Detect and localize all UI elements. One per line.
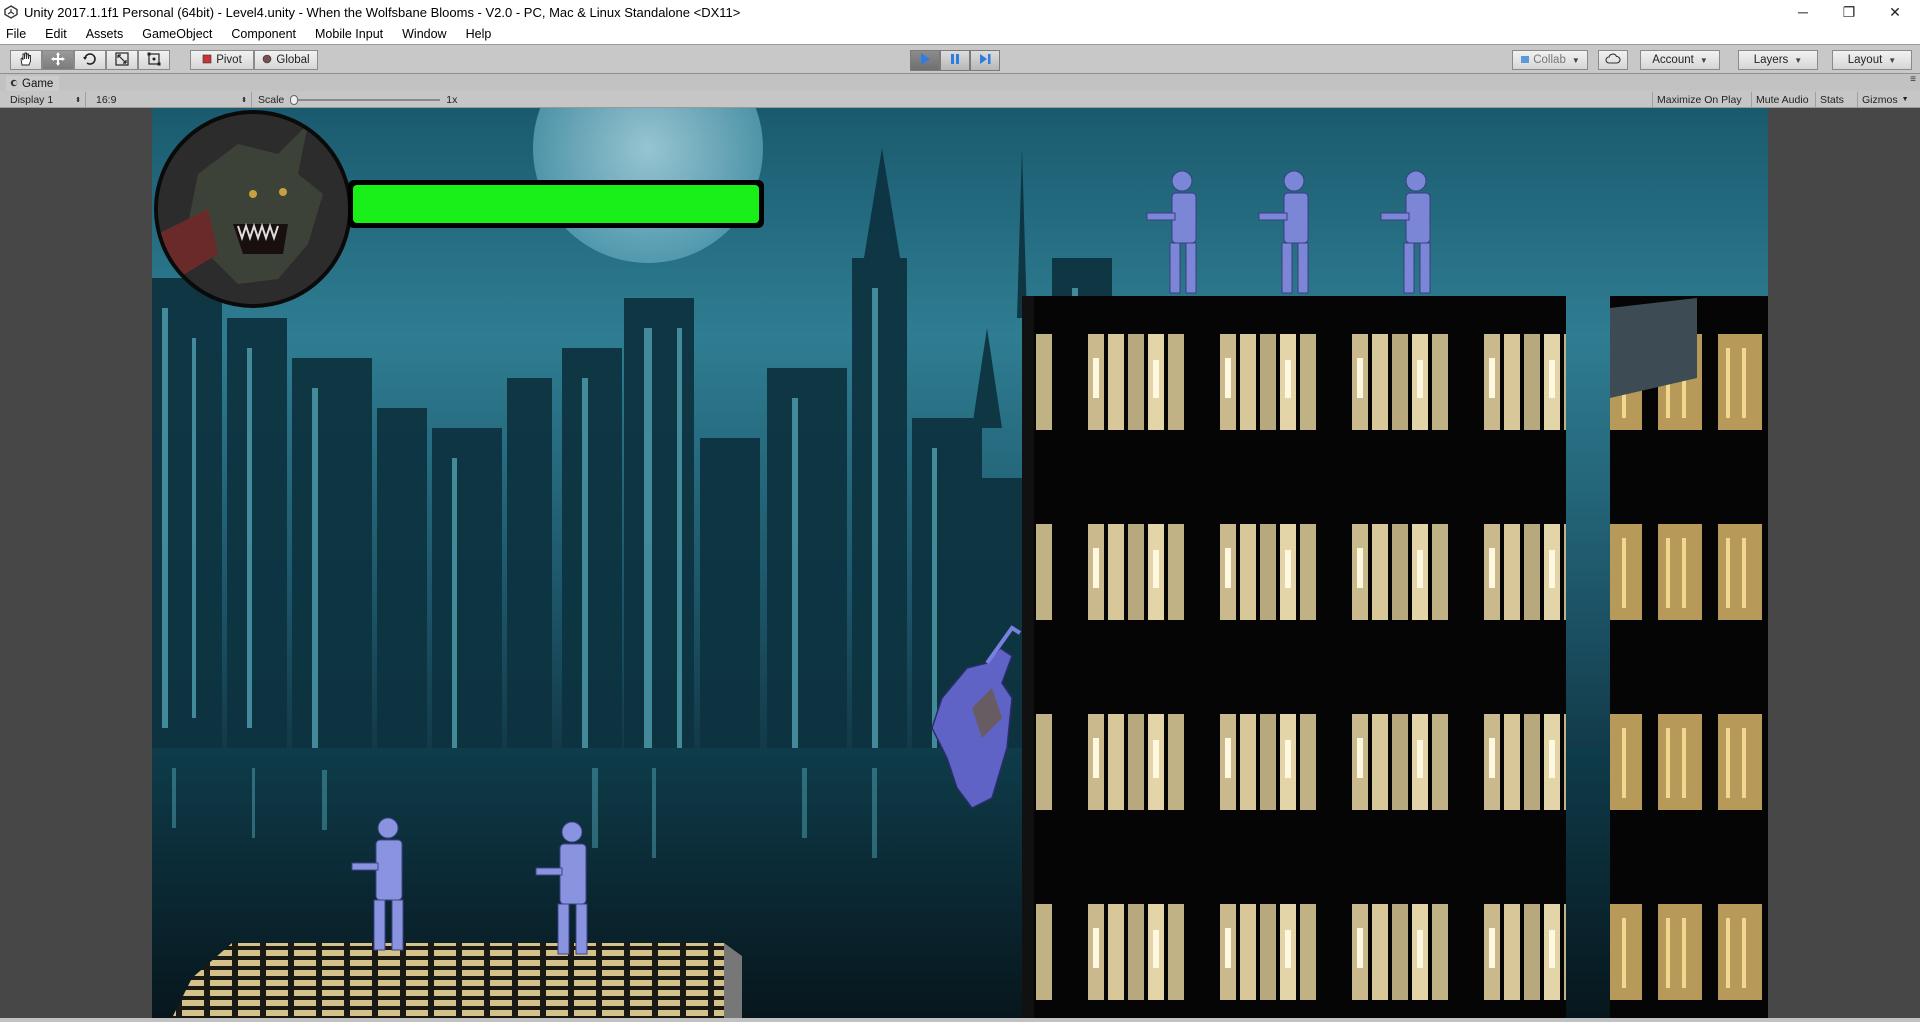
updown-icon: ⬍ <box>241 96 247 104</box>
gizmos-dropdown[interactable]: Gizmos ▼ <box>1858 92 1918 107</box>
collab-dropdown[interactable]: Collab ▼ <box>1512 50 1588 70</box>
main-toolbar: Pivot Global Collab ▼ Account ▼ Layers ▼… <box>0 44 1920 74</box>
step-button[interactable] <box>970 50 1000 71</box>
platform-side <box>724 943 742 1018</box>
menu-component[interactable]: Component <box>231 27 296 41</box>
status-strip <box>0 1018 1920 1022</box>
menu-bar: File Edit Assets GameObject Component Mo… <box>0 24 1920 44</box>
scale-tool-button[interactable] <box>106 50 138 70</box>
maximize-on-play-label: Maximize On Play <box>1657 93 1742 106</box>
step-icon <box>978 52 992 69</box>
hand-tool-button[interactable] <box>10 50 42 70</box>
maximize-on-play-toggle[interactable]: Maximize On Play <box>1652 92 1752 107</box>
menu-edit[interactable]: Edit <box>45 27 67 41</box>
account-dropdown[interactable]: Account ▼ <box>1640 50 1720 70</box>
unity-logo-icon <box>4 5 18 19</box>
window-titlebar: Unity 2017.1.1f1 Personal (64bit) - Leve… <box>0 0 1920 24</box>
menu-window[interactable]: Window <box>402 27 446 41</box>
move-icon <box>50 51 66 70</box>
aspect-dropdown[interactable]: 16:9 ⬍ <box>92 92 252 107</box>
rect-icon <box>146 51 162 70</box>
game-view-icon <box>10 78 18 90</box>
menu-file[interactable]: File <box>6 27 26 41</box>
display-dropdown[interactable]: Display 1 ⬍ <box>6 92 86 107</box>
game-view-toolbar: Display 1 ⬍ 16:9 ⬍ Scale 1x Maximize On … <box>0 91 1920 108</box>
scale-value: 1x <box>446 93 458 106</box>
rotate-tool-button[interactable] <box>74 50 106 70</box>
gizmos-label: Gizmos <box>1862 93 1898 106</box>
pivot-label: Pivot <box>216 54 242 66</box>
game-tab-label: Game <box>22 77 54 90</box>
tab-menu-icon[interactable]: ≡ <box>1910 74 1916 85</box>
global-toggle[interactable]: Global <box>254 50 318 70</box>
stats-label: Stats <box>1820 93 1844 106</box>
global-label: Global <box>276 54 310 66</box>
minimize-button[interactable]: ─ <box>1780 0 1826 24</box>
game-viewport[interactable] <box>152 108 1768 1018</box>
cloud-icon <box>1605 53 1621 67</box>
layers-dropdown[interactable]: Layers ▼ <box>1738 50 1818 70</box>
rect-tool-button[interactable] <box>138 50 170 70</box>
play-icon <box>918 52 932 69</box>
layout-dropdown[interactable]: Layout ▼ <box>1832 50 1912 70</box>
cloud-button[interactable] <box>1598 50 1628 70</box>
collab-label: Collab <box>1533 54 1566 66</box>
display-label: Display 1 <box>10 93 54 106</box>
chevron-down-icon: ▼ <box>1888 55 1897 65</box>
pause-icon <box>948 52 962 69</box>
pivot-icon <box>202 54 212 67</box>
pivot-toggle[interactable]: Pivot <box>190 50 254 70</box>
layers-label: Layers <box>1753 54 1789 66</box>
scale-label: Scale <box>258 93 285 106</box>
soldier-enemy <box>1380 170 1431 294</box>
maximize-button[interactable]: ❐ <box>1826 0 1872 24</box>
collab-icon <box>1520 54 1530 67</box>
hand-icon <box>18 52 34 69</box>
mute-audio-toggle[interactable]: Mute Audio <box>1752 92 1816 107</box>
move-tool-button[interactable] <box>42 50 74 70</box>
soldier-enemy <box>1258 170 1309 294</box>
account-label: Account <box>1652 54 1694 66</box>
layout-label: Layout <box>1847 54 1883 66</box>
chevron-down-icon: ▼ <box>1794 55 1803 65</box>
globe-icon <box>262 54 272 67</box>
scale-slider-thumb[interactable] <box>290 94 299 105</box>
chevron-down-icon: ▼ <box>1699 55 1708 65</box>
rooftop-platform <box>172 943 724 1018</box>
aspect-label: 16:9 <box>96 93 117 106</box>
right-building <box>1610 296 1768 1018</box>
menu-assets[interactable]: Assets <box>86 27 124 41</box>
game-tab[interactable]: Game <box>6 76 60 91</box>
play-button[interactable] <box>910 50 940 71</box>
game-scene <box>152 108 1768 1018</box>
menu-gameobject[interactable]: GameObject <box>142 27 212 41</box>
close-button[interactable]: ✕ <box>1872 0 1918 24</box>
soldier-enemy <box>1146 170 1197 294</box>
updown-icon: ⬍ <box>75 96 81 104</box>
chevron-down-icon: ▼ <box>1571 55 1580 65</box>
scale-slider[interactable] <box>290 94 441 105</box>
window-title: Unity 2017.1.1f1 Personal (64bit) - Leve… <box>24 4 741 20</box>
menu-help[interactable]: Help <box>466 27 492 41</box>
scale-control: Scale 1x <box>254 92 464 107</box>
chevron-down-icon: ▼ <box>1901 96 1909 103</box>
health-bar-fill <box>353 185 759 223</box>
game-tab-strip: Game ≡ <box>0 74 1920 91</box>
stats-toggle[interactable]: Stats <box>1816 92 1858 107</box>
scale-icon <box>114 51 130 70</box>
pause-button[interactable] <box>940 50 970 71</box>
werewolf-portrait-icon <box>154 110 352 308</box>
health-bar <box>348 180 764 228</box>
mute-audio-label: Mute Audio <box>1756 93 1809 106</box>
office-building <box>1030 296 1566 1018</box>
rotate-icon <box>82 51 98 70</box>
menu-mobile-input[interactable]: Mobile Input <box>315 27 383 41</box>
building-edge <box>1022 296 1034 1018</box>
